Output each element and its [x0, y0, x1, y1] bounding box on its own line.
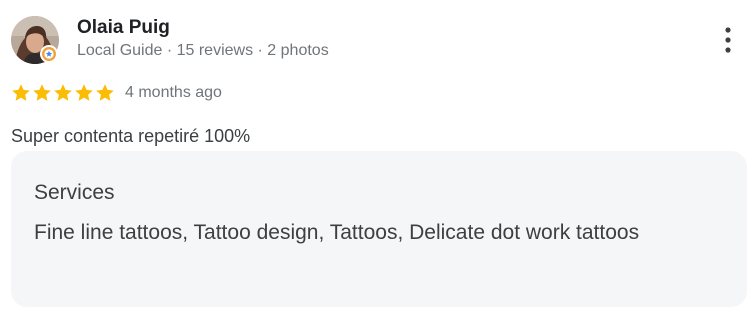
more-options-button[interactable]: [714, 24, 742, 56]
star-icon: [54, 84, 72, 101]
services-card: Services Fine line tattoos, Tattoo desig…: [11, 151, 747, 307]
author-meta: Local Guide · 15 reviews · 2 photos: [77, 42, 329, 59]
star-icon: [96, 84, 114, 101]
review-card: Olaia Puig Local Guide · 15 reviews · 2 …: [0, 0, 754, 312]
author-name[interactable]: Olaia Puig: [77, 16, 170, 40]
star-rating: [11, 83, 115, 103]
rating-row: 4 months ago: [11, 81, 222, 105]
author-avatar[interactable]: [11, 16, 59, 64]
local-guide-badge-icon: [40, 45, 58, 63]
star-icon: [12, 84, 30, 101]
services-title: Services: [34, 181, 115, 204]
review-date: 4 months ago: [125, 84, 222, 101]
star-icon: [33, 84, 51, 101]
more-vert-icon: [725, 27, 731, 53]
services-list: Fine line tattoos, Tattoo design, Tattoo…: [34, 221, 640, 244]
review-text: Super contenta repetiré 100%: [11, 126, 251, 146]
star-icon: [75, 84, 93, 101]
